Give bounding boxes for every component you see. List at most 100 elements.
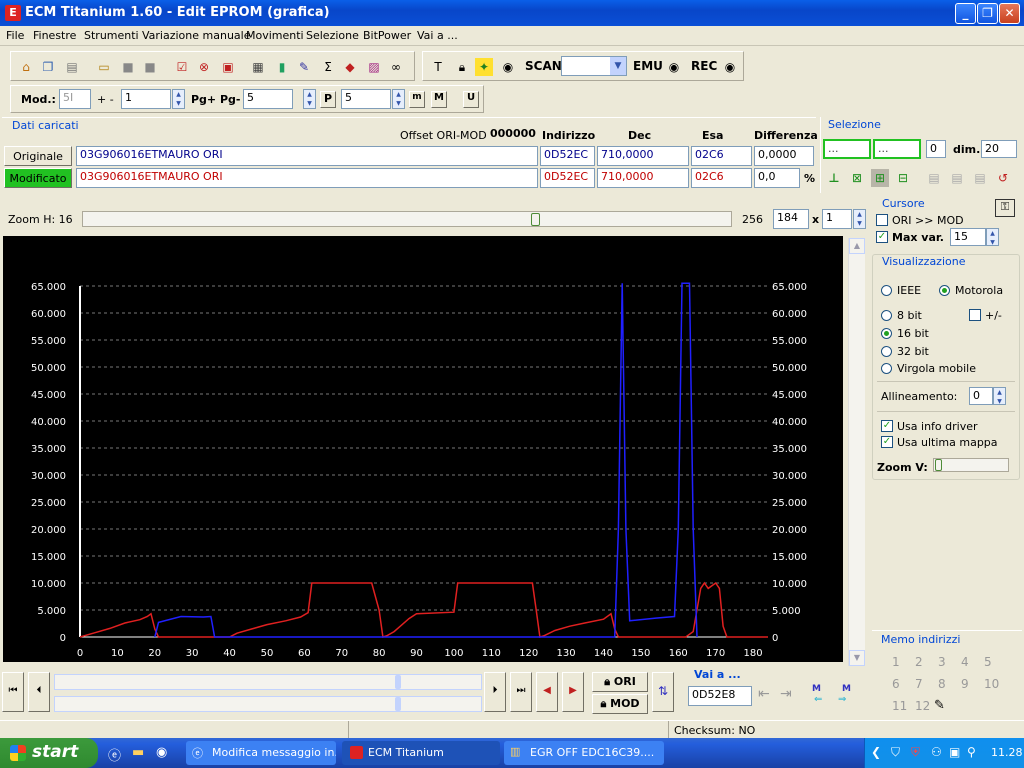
16bit-radio[interactable] [881, 328, 892, 339]
next-diff-icon[interactable]: ▶ [562, 672, 584, 712]
memo-prev-icon[interactable]: ⇐ [814, 694, 822, 705]
save-as-icon[interactable]: ■ [141, 58, 159, 76]
undo-sel-icon[interactable]: ↺ [994, 169, 1012, 187]
max-var-spinner[interactable]: ▲ ▼ [986, 228, 999, 246]
text-icon[interactable]: T [429, 58, 447, 76]
emu-record-icon[interactable]: ◉ [665, 58, 683, 76]
memo-prev-m-label[interactable]: M [812, 684, 821, 694]
windows-icon[interactable]: ❐ [39, 58, 57, 76]
ieee-radio[interactable] [881, 285, 892, 296]
memo-slot-8[interactable]: 8 [938, 677, 946, 691]
motorola-radio[interactable] [939, 285, 950, 296]
mod-button[interactable]: 🔒︎ MOD [592, 694, 648, 714]
ori-button[interactable]: 🔒︎ ORI [592, 672, 648, 692]
sigma-icon[interactable]: Σ [319, 58, 337, 76]
sel-count-field[interactable]: 0 [926, 140, 946, 158]
memo-edit-icon[interactable]: ✎ [934, 698, 945, 713]
memo-next-m-label[interactable]: M [842, 684, 851, 694]
copy-sel-icon[interactable]: ▤ [925, 169, 943, 187]
plusminus-field[interactable]: 1 [121, 89, 171, 109]
ori-dec-field[interactable]: 710,0000 [597, 146, 689, 166]
menu-movimenti[interactable]: Movimenti [246, 29, 304, 42]
task-ecm-titanium[interactable]: ECM Titanium [342, 741, 500, 765]
zoom-field-2[interactable]: 1 [822, 209, 852, 229]
m-small-button[interactable]: m [409, 91, 425, 108]
calendar-icon[interactable]: ▣ [219, 58, 237, 76]
mod-esa-field[interactable]: 02C6 [691, 168, 752, 188]
goto-right-icon[interactable]: ⇥ [780, 686, 792, 702]
check-icon[interactable]: ☑ [173, 58, 191, 76]
cancel-icon[interactable]: ⊗ [195, 58, 213, 76]
save-icon[interactable]: ■ [119, 58, 137, 76]
zoom-field-1[interactable]: 184 [773, 209, 809, 229]
menu-vai-a[interactable]: Vai a ... [417, 29, 458, 42]
prev-diff-icon[interactable]: ◀ [536, 672, 558, 712]
chevron-down-icon[interactable]: ▼ [610, 57, 626, 75]
p-button[interactable]: P [320, 91, 336, 108]
document-icon[interactable]: ▦ [249, 58, 267, 76]
memo-next-icon[interactable]: ⇒ [838, 694, 846, 705]
chart-area[interactable]: 0 0 5.000 5.000 10.000 10.000 15.000 15.000 20.0… [3, 236, 843, 662]
tray-monitor-icon[interactable]: ▣ [949, 745, 960, 759]
task-egr-off[interactable]: ▥ EGR OFF EDC16C39.... [504, 741, 664, 765]
memo-slot-4[interactable]: 4 [961, 655, 969, 669]
maximize-button[interactable]: ❐ [977, 3, 998, 24]
rec-record-icon[interactable]: ◉ [721, 58, 739, 76]
plusminus-checkbox[interactable] [969, 309, 981, 321]
last-icon[interactable]: ⏭ [510, 672, 532, 712]
mod-dec-field[interactable]: 710,0000 [597, 168, 689, 188]
graph-icon[interactable]: ▨ [365, 58, 383, 76]
edit-chart-icon[interactable]: ✎ [295, 58, 313, 76]
tray-antivirus-icon[interactable]: ⛨ [911, 745, 920, 760]
select-end-icon[interactable]: ⊟ [894, 169, 912, 187]
memo-slot-9[interactable]: 9 [961, 677, 969, 691]
quicklaunch-media-icon[interactable]: ◉ [156, 745, 167, 760]
dim-field[interactable]: 20 [981, 140, 1017, 158]
next-icon[interactable]: ⏵ [484, 672, 506, 712]
memo-slot-1[interactable]: 1 [892, 655, 900, 669]
memo-slot-10[interactable]: 10 [984, 677, 999, 691]
m-big-button[interactable]: M [431, 91, 447, 108]
p-spinner[interactable]: ▲ ▼ [392, 89, 405, 109]
vai-a-field[interactable]: 0D52E8 [688, 686, 752, 706]
minimize-button[interactable]: _ [955, 3, 976, 24]
memo-slot-7[interactable]: 7 [915, 677, 923, 691]
usa-info-checkbox[interactable]: ✓ [881, 420, 893, 432]
32bit-radio[interactable] [881, 346, 892, 357]
zoom-spinner[interactable]: ▲ ▼ [853, 209, 866, 229]
sel-from-field[interactable]: ... [823, 139, 871, 159]
float-radio[interactable] [881, 363, 892, 374]
scroll-down-icon[interactable]: ▼ [849, 650, 865, 666]
ori-name-field[interactable]: 03G906016ETMAURO ORI [76, 146, 538, 166]
scan-select[interactable]: ▼ [561, 56, 627, 76]
quicklaunch-folder-icon[interactable]: ▬ [132, 745, 144, 760]
close-button[interactable]: ✕ [999, 3, 1020, 24]
mod-scrollbar[interactable] [54, 696, 482, 712]
tray-network-icon[interactable]: ⚇ [931, 745, 942, 759]
battery-icon[interactable]: ▮ [273, 58, 291, 76]
copy-icon[interactable]: ▤ [63, 58, 81, 76]
paste-sel-icon[interactable]: ▤ [948, 169, 966, 187]
ori-scrollbar-thumb[interactable] [395, 675, 401, 689]
cursor-lock-icon[interactable]: ⚿ [995, 199, 1015, 217]
mod-scrollbar-thumb[interactable] [395, 697, 401, 711]
quicklaunch-ie-icon[interactable]: ⓔ [108, 745, 121, 764]
sync-icon[interactable]: ⇅ [652, 672, 674, 712]
tray-search-icon[interactable]: ⚲ [967, 745, 976, 759]
menu-finestre[interactable]: Finestre [33, 29, 76, 42]
memo-slot-12[interactable]: 12 [915, 699, 930, 713]
8bit-radio[interactable] [881, 310, 892, 321]
binoculars-icon[interactable]: ∞ [387, 58, 405, 76]
mod-name-field[interactable]: 03G906016ETMAURO ORI [76, 168, 538, 188]
chart-vertical-scrollbar[interactable]: ▲ ▼ [848, 238, 865, 666]
memo-slot-5[interactable]: 5 [984, 655, 992, 669]
pg-field[interactable]: 5 [243, 89, 293, 109]
zoom-h-slider-thumb[interactable] [531, 213, 540, 226]
open-folder-icon[interactable]: ▭ [95, 58, 113, 76]
zoom-v-slider-thumb[interactable] [935, 459, 942, 471]
u-button[interactable]: U [463, 91, 479, 108]
scroll-up-icon[interactable]: ▲ [849, 238, 865, 254]
task-modifica-messaggio[interactable]: ⓔ Modifica messaggio in... [186, 741, 336, 765]
menu-strumenti[interactable]: Strumenti [84, 29, 139, 42]
home-icon[interactable]: ⌂ [17, 58, 35, 76]
